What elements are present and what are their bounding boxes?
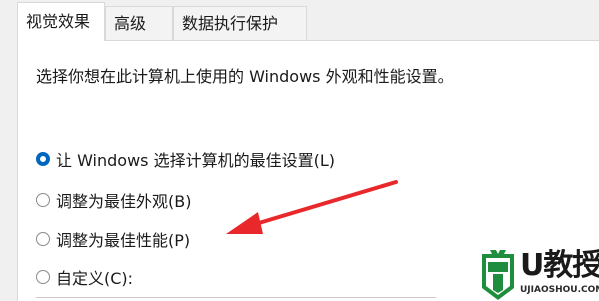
option-best-appearance[interactable]: 调整为最佳外观(B): [36, 188, 191, 212]
custom-list-border: [36, 297, 436, 298]
option-label: 让 Windows 选择计算机的最佳设置(L): [56, 151, 335, 170]
shield-logo-icon: [482, 250, 514, 300]
option-best-performance[interactable]: 调整为最佳性能(P): [36, 227, 190, 251]
radio-unchecked-icon[interactable]: [36, 232, 50, 246]
watermark-brand: U教授: [520, 248, 599, 283]
option-custom[interactable]: 自定义(C):: [36, 265, 133, 289]
option-label: 调整为最佳外观(B): [56, 192, 192, 211]
option-label: 调整为最佳性能(P): [56, 231, 191, 250]
panel-description: 选择你想在此计算机上使用的 Windows 外观和性能设置。: [36, 67, 454, 86]
radio-checked-icon[interactable]: [36, 152, 50, 166]
tab-advanced[interactable]: 高级: [105, 6, 173, 40]
tab-visual-effects[interactable]: 视觉效果: [17, 2, 105, 41]
option-let-windows-choose[interactable]: 让 Windows 选择计算机的最佳设置(L): [36, 147, 335, 171]
watermark-url: UJIAOSHOU.COM: [520, 285, 599, 295]
radio-unchecked-icon[interactable]: [36, 270, 50, 284]
watermark-logo: U教授 UJIAOSHOU.COM: [478, 248, 599, 301]
tab-bar: 视觉效果 高级 数据执行保护: [0, 0, 599, 41]
radio-unchecked-icon[interactable]: [36, 193, 50, 207]
option-label: 自定义(C):: [56, 269, 134, 288]
tab-data-execution-prevention[interactable]: 数据执行保护: [173, 6, 307, 40]
performance-options-window: 视觉效果 高级 数据执行保护 选择你想在此计算机上使用的 Windows 外观和…: [0, 0, 599, 301]
